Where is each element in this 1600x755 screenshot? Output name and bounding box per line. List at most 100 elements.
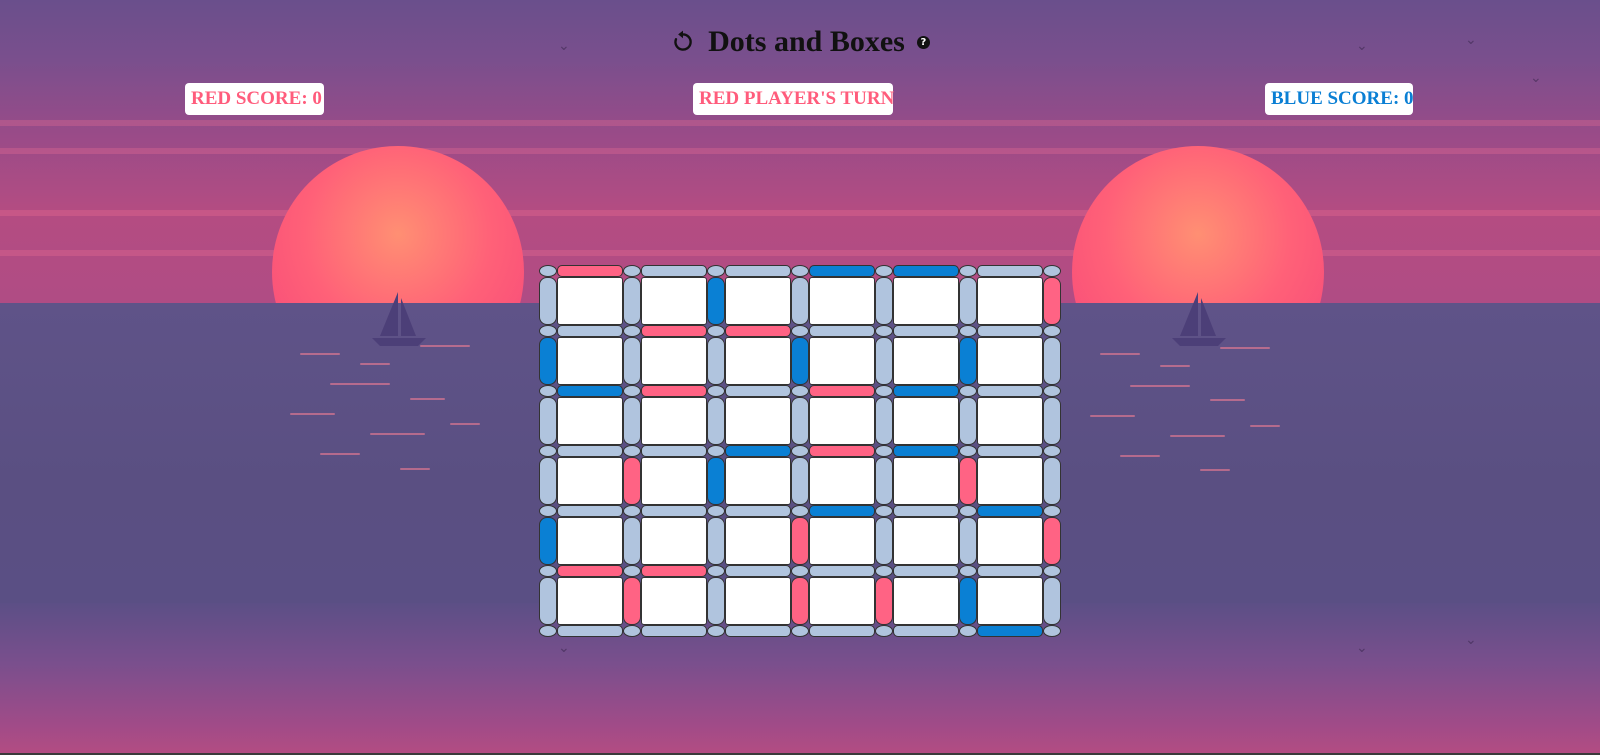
vertical-line[interactable] xyxy=(539,397,557,445)
vertical-line[interactable] xyxy=(539,517,557,565)
horizontal-line[interactable] xyxy=(725,385,791,397)
grid-dot xyxy=(875,565,893,577)
vertical-line[interactable] xyxy=(707,517,725,565)
vertical-line[interactable] xyxy=(791,397,809,445)
blue-score-badge: BLUE SCORE: 0 xyxy=(1265,83,1414,115)
horizontal-line[interactable] xyxy=(725,265,791,277)
horizontal-line[interactable] xyxy=(641,565,707,577)
horizontal-line[interactable] xyxy=(641,385,707,397)
grid-dot xyxy=(539,565,557,577)
vertical-line[interactable] xyxy=(623,277,641,325)
horizontal-line[interactable] xyxy=(809,265,875,277)
horizontal-line[interactable] xyxy=(641,445,707,457)
horizontal-line[interactable] xyxy=(809,445,875,457)
horizontal-line[interactable] xyxy=(557,565,623,577)
vertical-line[interactable] xyxy=(707,577,725,625)
vertical-line[interactable] xyxy=(539,577,557,625)
horizontal-line[interactable] xyxy=(809,625,875,637)
horizontal-line[interactable] xyxy=(809,385,875,397)
horizontal-line[interactable] xyxy=(893,445,959,457)
vertical-line[interactable] xyxy=(875,337,893,385)
grid-dot xyxy=(875,265,893,277)
vertical-line[interactable] xyxy=(959,457,977,505)
horizontal-line[interactable] xyxy=(809,505,875,517)
vertical-line[interactable] xyxy=(959,397,977,445)
grid-dot xyxy=(539,625,557,637)
horizontal-line[interactable] xyxy=(725,445,791,457)
vertical-line[interactable] xyxy=(1043,337,1061,385)
horizontal-line[interactable] xyxy=(977,445,1043,457)
vertical-line[interactable] xyxy=(1043,457,1061,505)
grid-dot xyxy=(623,265,641,277)
vertical-line[interactable] xyxy=(707,277,725,325)
box xyxy=(725,457,791,505)
horizontal-line[interactable] xyxy=(809,325,875,337)
box xyxy=(893,517,959,565)
vertical-line[interactable] xyxy=(707,337,725,385)
horizontal-line[interactable] xyxy=(893,505,959,517)
horizontal-line[interactable] xyxy=(893,625,959,637)
vertical-line[interactable] xyxy=(791,517,809,565)
vertical-line[interactable] xyxy=(539,337,557,385)
horizontal-line[interactable] xyxy=(893,565,959,577)
horizontal-line[interactable] xyxy=(977,385,1043,397)
grid-dot xyxy=(623,385,641,397)
horizontal-line[interactable] xyxy=(977,625,1043,637)
horizontal-line[interactable] xyxy=(977,565,1043,577)
horizontal-line[interactable] xyxy=(809,565,875,577)
horizontal-line[interactable] xyxy=(725,325,791,337)
vertical-line[interactable] xyxy=(1043,277,1061,325)
vertical-line[interactable] xyxy=(791,277,809,325)
horizontal-line[interactable] xyxy=(641,325,707,337)
vertical-line[interactable] xyxy=(959,577,977,625)
horizontal-line[interactable] xyxy=(725,625,791,637)
vertical-line[interactable] xyxy=(623,337,641,385)
grid-dot xyxy=(707,325,725,337)
grid-dot xyxy=(959,625,977,637)
horizontal-line[interactable] xyxy=(557,505,623,517)
horizontal-line[interactable] xyxy=(641,625,707,637)
vertical-line[interactable] xyxy=(791,457,809,505)
horizontal-line[interactable] xyxy=(725,505,791,517)
vertical-line[interactable] xyxy=(707,397,725,445)
vertical-line[interactable] xyxy=(707,457,725,505)
vertical-line[interactable] xyxy=(1043,577,1061,625)
page-title: Dots and Boxes xyxy=(708,25,905,58)
vertical-line[interactable] xyxy=(1043,517,1061,565)
horizontal-line[interactable] xyxy=(893,325,959,337)
grid-dot xyxy=(623,505,641,517)
horizontal-line[interactable] xyxy=(725,565,791,577)
vertical-line[interactable] xyxy=(959,277,977,325)
horizontal-line[interactable] xyxy=(557,445,623,457)
horizontal-line[interactable] xyxy=(557,625,623,637)
horizontal-line[interactable] xyxy=(977,505,1043,517)
help-icon[interactable]: ? xyxy=(916,35,930,49)
horizontal-line[interactable] xyxy=(977,265,1043,277)
horizontal-line[interactable] xyxy=(557,265,623,277)
vertical-line[interactable] xyxy=(875,277,893,325)
horizontal-line[interactable] xyxy=(557,325,623,337)
grid-dot xyxy=(707,265,725,277)
horizontal-line[interactable] xyxy=(893,385,959,397)
vertical-line[interactable] xyxy=(959,337,977,385)
vertical-line[interactable] xyxy=(623,517,641,565)
vertical-line[interactable] xyxy=(875,577,893,625)
horizontal-line[interactable] xyxy=(557,385,623,397)
vertical-line[interactable] xyxy=(1043,397,1061,445)
horizontal-line[interactable] xyxy=(977,325,1043,337)
vertical-line[interactable] xyxy=(623,457,641,505)
vertical-line[interactable] xyxy=(539,457,557,505)
vertical-line[interactable] xyxy=(539,277,557,325)
vertical-line[interactable] xyxy=(791,577,809,625)
vertical-line[interactable] xyxy=(959,517,977,565)
vertical-line[interactable] xyxy=(791,337,809,385)
vertical-line[interactable] xyxy=(875,397,893,445)
vertical-line[interactable] xyxy=(875,517,893,565)
vertical-line[interactable] xyxy=(623,577,641,625)
vertical-line[interactable] xyxy=(875,457,893,505)
horizontal-line[interactable] xyxy=(641,505,707,517)
vertical-line[interactable] xyxy=(623,397,641,445)
horizontal-line[interactable] xyxy=(641,265,707,277)
horizontal-line[interactable] xyxy=(893,265,959,277)
reset-icon[interactable] xyxy=(670,29,696,55)
